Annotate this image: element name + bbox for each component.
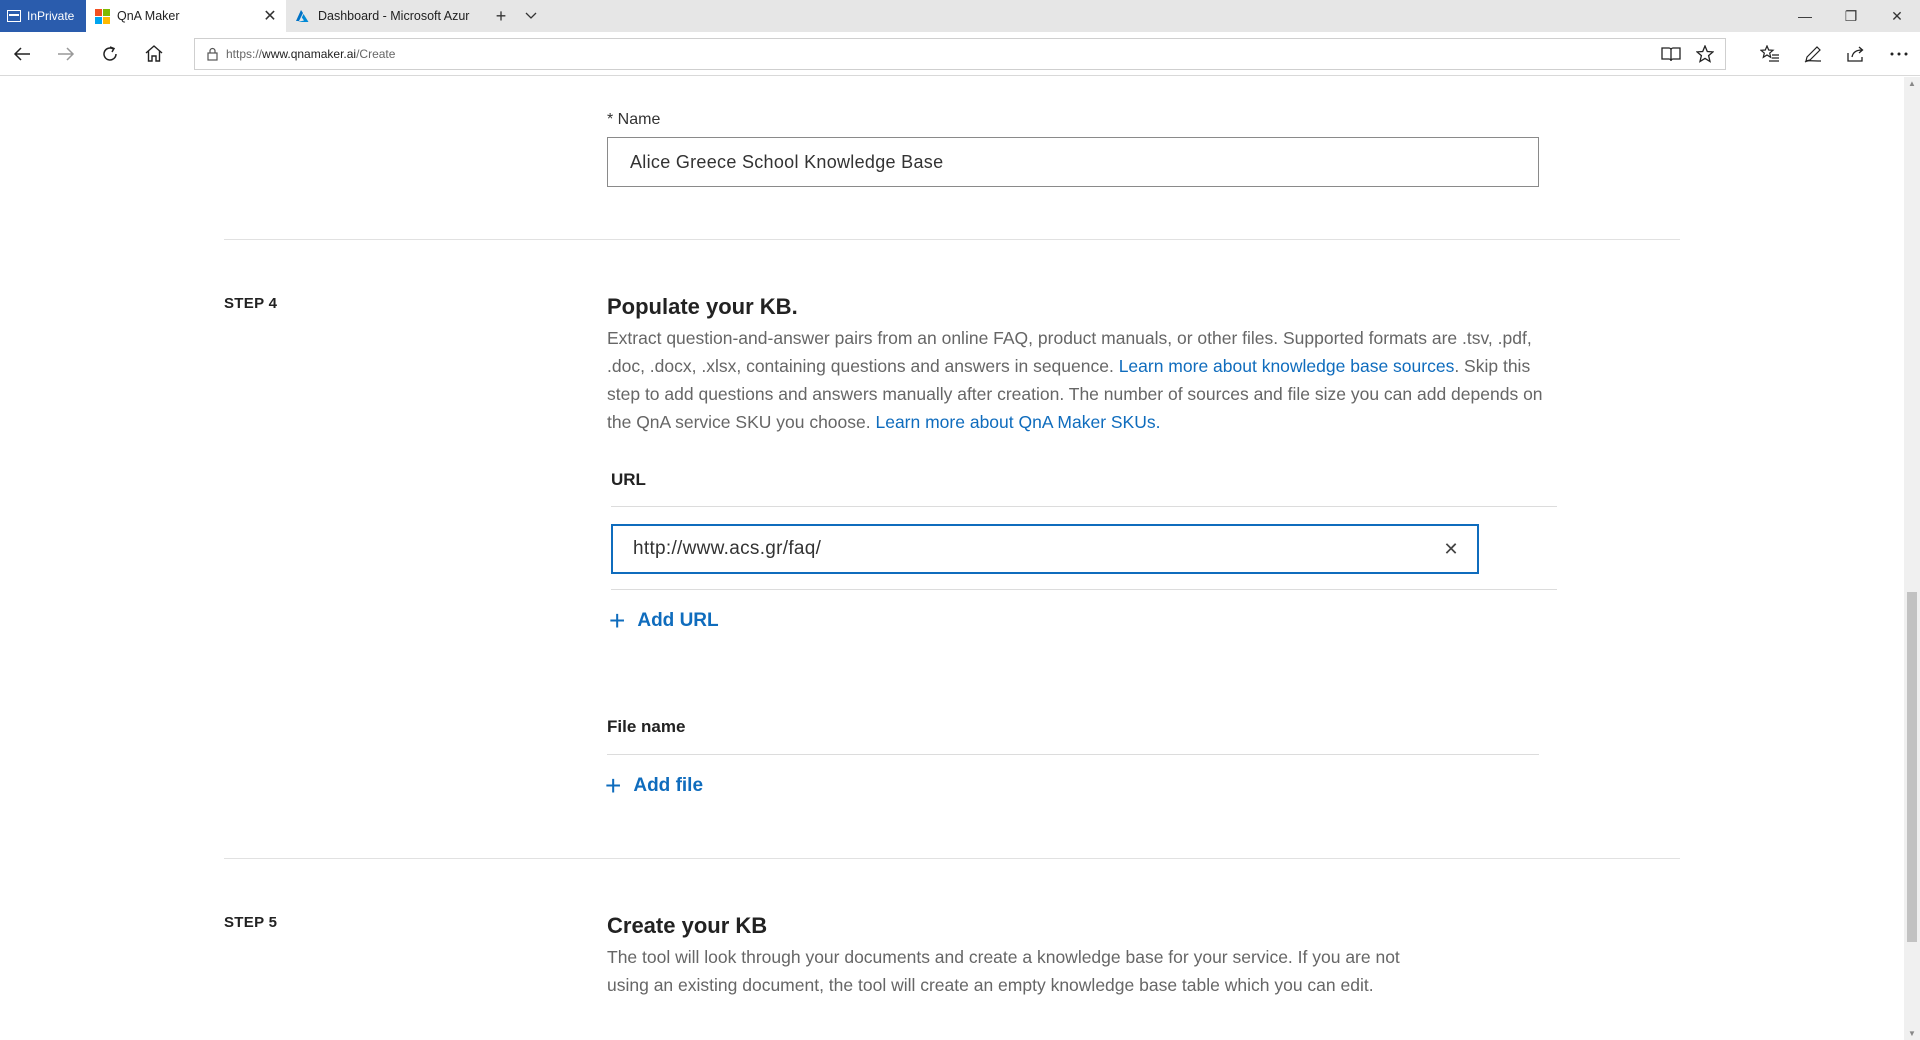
pen-icon	[1804, 46, 1821, 63]
name-label: * Name	[607, 111, 661, 128]
add-url-button[interactable]: + Add URL	[609, 607, 719, 635]
favorites-hub-button[interactable]	[1748, 32, 1791, 76]
step4-description: Extract question-and-answer pairs from a…	[607, 324, 1547, 436]
scrollbar-thumb[interactable]	[1907, 592, 1917, 942]
add-url-label: Add URL	[637, 610, 719, 631]
share-icon	[1846, 46, 1863, 62]
reading-view-icon[interactable]	[1657, 40, 1685, 68]
url-path: /Create	[356, 47, 396, 61]
inprivate-badge: InPrivate	[0, 0, 86, 32]
restore-button[interactable]: ❐	[1828, 0, 1874, 32]
new-tab-button[interactable]: +	[486, 0, 516, 32]
tab-title: Dashboard - Microsoft Azur	[318, 9, 470, 23]
scroll-down-icon[interactable]: ▼	[1908, 1029, 1916, 1038]
favorite-star-icon[interactable]	[1691, 40, 1719, 68]
step5-title: Create your KB	[607, 913, 768, 938]
azure-logo-icon	[296, 9, 309, 22]
file-header-rule	[607, 754, 1539, 755]
minimize-button[interactable]: —	[1782, 0, 1828, 32]
add-file-label: Add file	[633, 775, 704, 796]
url-row-rule	[611, 589, 1557, 590]
tab-azure-dashboard[interactable]: Dashboard - Microsoft Azur	[286, 0, 486, 32]
url-host: www.qnamaker.ai	[262, 47, 357, 61]
refresh-icon	[103, 45, 117, 61]
step5-label: STEP 5	[224, 914, 278, 931]
section-divider	[224, 239, 1680, 240]
close-tab-icon[interactable]: ✕	[262, 6, 278, 26]
kb-sources-link[interactable]: Learn more about knowledge base sources	[1119, 356, 1455, 376]
add-file-button[interactable]: + Add file	[605, 772, 703, 800]
plus-icon: +	[609, 605, 626, 636]
url-header-rule	[611, 506, 1557, 507]
tab-bar: InPrivate QnA Maker ✕ Dashboard - Micros…	[0, 0, 1920, 32]
back-button[interactable]	[0, 32, 44, 76]
inprivate-label: InPrivate	[27, 9, 75, 23]
qna-skus-link[interactable]: Learn more about QnA Maker SKUs.	[875, 412, 1160, 432]
url-prefix: https://	[226, 47, 263, 61]
navigation-bar: https://www.qnamaker.ai/Create	[0, 32, 1920, 76]
url-input[interactable]	[633, 538, 1439, 560]
lock-icon	[207, 47, 218, 61]
inprivate-icon	[7, 10, 21, 22]
refresh-button[interactable]	[88, 32, 132, 76]
home-icon	[145, 45, 163, 62]
share-button[interactable]	[1834, 32, 1877, 76]
ellipsis-icon	[1890, 52, 1907, 56]
forward-button[interactable]	[44, 32, 88, 76]
step5-description: The tool will look through your document…	[607, 947, 1400, 995]
section-divider	[224, 858, 1680, 859]
tab-qna-maker[interactable]: QnA Maker ✕	[86, 0, 286, 32]
more-options-button[interactable]	[1877, 32, 1920, 76]
favorites-list-icon	[1759, 45, 1779, 62]
file-name-column-header: File name	[607, 717, 686, 736]
tab-title: QnA Maker	[117, 9, 180, 23]
scroll-up-icon[interactable]: ▲	[1908, 79, 1916, 88]
web-note-button[interactable]	[1791, 32, 1834, 76]
kb-name-input[interactable]	[607, 137, 1539, 187]
url-column-header: URL	[611, 470, 646, 489]
page-scrollbar[interactable]: ▲ ▼	[1904, 77, 1920, 1040]
back-arrow-icon	[13, 46, 30, 61]
step4-label: STEP 4	[224, 295, 278, 312]
address-bar[interactable]: https://www.qnamaker.ai/Create	[194, 38, 1726, 70]
close-window-button[interactable]: ✕	[1874, 0, 1920, 32]
microsoft-logo-icon	[95, 9, 110, 24]
tab-list-chevron-icon[interactable]	[516, 0, 546, 32]
step4-title: Populate your KB.	[607, 294, 798, 319]
page-content: * Name STEP 4 Populate your KB. Extract …	[0, 77, 1904, 1040]
plus-icon: +	[605, 770, 622, 801]
url-input-box[interactable]: ✕	[611, 524, 1479, 574]
home-button[interactable]	[132, 32, 176, 76]
clear-icon[interactable]: ✕	[1439, 537, 1463, 561]
forward-arrow-icon	[58, 46, 75, 61]
